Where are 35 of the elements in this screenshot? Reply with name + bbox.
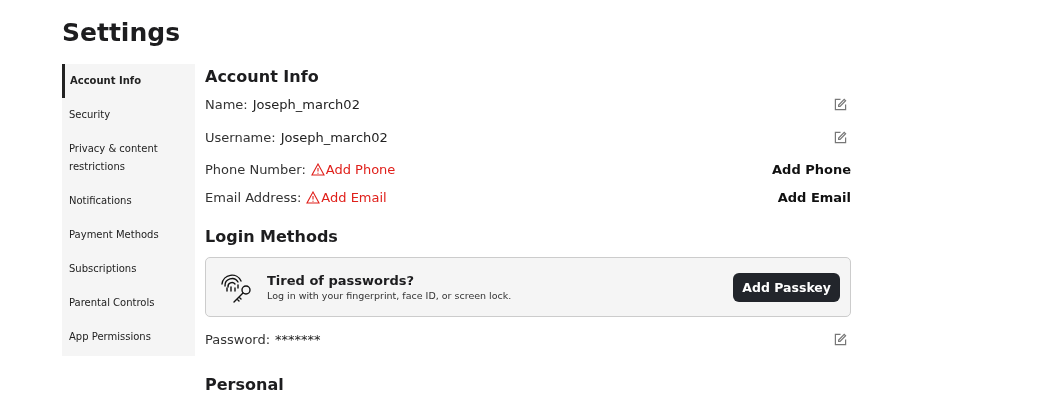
- sidebar-item[interactable]: Notifications: [62, 184, 195, 218]
- edit-button[interactable]: [834, 130, 847, 144]
- field-value: Joseph_march02: [252, 96, 360, 112]
- edit-icon: [834, 130, 847, 144]
- field-label: Email Address:: [205, 189, 302, 205]
- edit-icon: [834, 97, 847, 111]
- section-heading: Personal: [205, 374, 285, 396]
- add-passkey-button[interactable]: Add Passkey: [733, 272, 840, 302]
- edit-icon: [834, 332, 847, 346]
- field-label: Username:: [205, 129, 276, 145]
- section-heading: Account Info: [205, 66, 320, 88]
- missing-warning: Add Email: [321, 189, 387, 205]
- missing-warning: Add Phone: [325, 161, 396, 177]
- card-title: Tired of passwords?: [267, 273, 415, 288]
- sidebar-item[interactable]: Parental Controls: [62, 286, 195, 320]
- card-description: Log in with your fingerprint, face ID, or screen lock.: [267, 290, 513, 301]
- sidebar-item[interactable]: Payment Methods: [62, 218, 195, 252]
- field-label: Phone Number:: [205, 161, 306, 177]
- warning-icon: [306, 190, 321, 204]
- sidebar-item[interactable]: Subscriptions: [62, 252, 195, 286]
- field-label: Password:: [205, 331, 271, 347]
- field-value: Joseph_march02: [280, 129, 388, 145]
- add-button[interactable]: Add Email: [777, 189, 851, 205]
- sidebar-item[interactable]: App Permissions: [62, 320, 195, 354]
- field-value: *******: [275, 331, 321, 347]
- sidebar-item[interactable]: Account Info: [62, 64, 195, 98]
- warning-icon: [310, 162, 325, 176]
- section-heading: Login Methods: [205, 226, 339, 248]
- add-button[interactable]: Add Phone: [772, 161, 851, 177]
- edit-button[interactable]: [834, 332, 847, 346]
- sidebar-item[interactable]: Privacy & content restrictions: [62, 132, 195, 184]
- field-label: Name:: [205, 96, 248, 112]
- page-title: Settings: [62, 17, 181, 49]
- edit-button[interactable]: [834, 97, 847, 111]
- sidebar-item[interactable]: Security: [62, 98, 195, 132]
